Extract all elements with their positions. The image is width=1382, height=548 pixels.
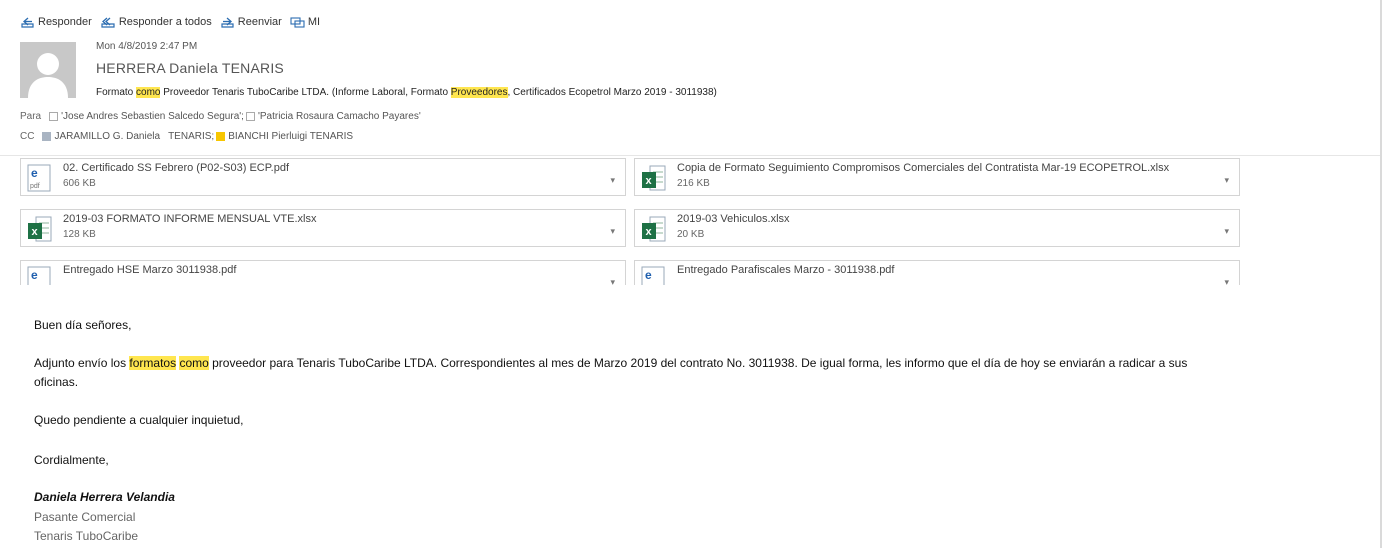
- message-subject: Formato como Proveedor Tenaris TuboCarib…: [96, 87, 717, 98]
- cc-line: CC JARAMILLO G. Daniela TENARIS; BIANCHI…: [20, 131, 355, 142]
- svg-text:x: x: [646, 175, 653, 187]
- attachment-item[interactable]: x 2019-03 Vehiculos.xlsx 20 KB ▾: [634, 209, 1240, 247]
- subject-text-2: Proveedor Tenaris TuboCaribe LTDA. (Info…: [160, 87, 451, 98]
- body-closing: Cordialmente,: [34, 453, 109, 467]
- subject-highlight-2: Proveedores: [450, 87, 508, 98]
- cc-recipient[interactable]: BIANCHI Pierluigi TENARIS: [216, 131, 353, 142]
- body-greeting: Buen día señores,: [34, 318, 132, 332]
- attachment-name: Copia de Formato Seguimiento Compromisos…: [677, 162, 1170, 174]
- body-pending: Quedo pendiente a cualquier inquietud,: [34, 413, 244, 427]
- excel-file-icon: x: [642, 165, 666, 191]
- body-paragraph: Adjunto envío los formatos como proveedo…: [34, 356, 1188, 389]
- chevron-down-icon[interactable]: ▾: [1224, 175, 1229, 186]
- attachment-size: 606 KB: [63, 178, 96, 189]
- person-placeholder-icon: [28, 53, 68, 98]
- to-recipient[interactable]: 'Patricia Rosaura Camacho Payares': [245, 111, 421, 122]
- attachment-size: 216 KB: [677, 178, 710, 189]
- attachment-item[interactable]: e pdf 02. Certificado SS Febrero (P02-S03…: [20, 158, 626, 196]
- attachment-item[interactable]: x Copia de Formato Seguimiento Compromis…: [634, 158, 1240, 196]
- attachment-item[interactable]: e pdf Entregado HSE Marzo 3011938.pdf ▾: [20, 260, 626, 285]
- attachment-name: Entregado Parafiscales Marzo - 3011938.p…: [677, 264, 895, 276]
- svg-text:x: x: [646, 226, 653, 238]
- svg-text:x: x: [32, 226, 39, 238]
- signature-company: Tenaris TuboCaribe: [34, 529, 139, 543]
- reply-all-button[interactable]: Responder a todos: [100, 16, 212, 29]
- chevron-down-icon[interactable]: ▾: [1224, 226, 1229, 237]
- attachment-item[interactable]: x 2019-03 FORMATO INFORME MENSUAL VTE.xl…: [20, 209, 626, 247]
- instant-message-icon: [290, 16, 305, 28]
- excel-file-icon: x: [28, 216, 52, 242]
- attachment-name: 02. Certificado SS Febrero (P02-S03) ECP…: [63, 162, 290, 174]
- im-label: MI: [307, 16, 321, 28]
- forward-icon: [221, 17, 234, 28]
- presence-icon: [42, 132, 52, 141]
- svg-text:e: e: [645, 268, 652, 282]
- reply-button[interactable]: Responder: [20, 16, 92, 29]
- subject-text-3: , Certificados Ecopetrol Marzo 2019 - 30…: [507, 87, 717, 98]
- attachment-name: 2019-03 FORMATO INFORME MENSUAL VTE.xlsx: [63, 213, 317, 225]
- pdf-file-icon: epdf: [641, 266, 665, 285]
- reply-icon: [21, 17, 34, 28]
- attachment-name: Entregado HSE Marzo 3011938.pdf: [63, 264, 237, 276]
- to-line: Para 'Jose Andres Sebastien Salcedo Segu…: [20, 111, 423, 122]
- excel-file-icon: x: [642, 216, 666, 242]
- chevron-down-icon[interactable]: ▾: [1224, 277, 1229, 285]
- pdf-file-icon: epdf: [27, 266, 51, 285]
- chevron-down-icon[interactable]: ▾: [610, 277, 615, 285]
- im-button[interactable]: MI: [290, 16, 320, 29]
- cc-recipient[interactable]: JARAMILLO G. Daniela: [42, 131, 160, 142]
- presence-icon: [245, 112, 255, 121]
- subject-highlight-1: como: [136, 87, 161, 98]
- svg-text:e: e: [31, 166, 38, 180]
- pdf-file-icon: e pdf: [27, 164, 51, 192]
- to-label: Para: [20, 111, 42, 122]
- svg-text:pdf: pdf: [30, 183, 40, 190]
- signature-name: Daniela Herrera Velandia: [34, 490, 175, 504]
- svg-text:e: e: [31, 268, 38, 282]
- attachments-panel: e pdf 02. Certificado SS Febrero (P02-S03…: [20, 158, 1260, 285]
- signature-title: Pasante Comercial: [34, 510, 136, 524]
- reply-all-icon: [101, 17, 115, 28]
- reply-all-label: Responder a todos: [118, 16, 212, 28]
- reply-label: Responder: [38, 16, 92, 28]
- cc-label: CC: [20, 131, 35, 142]
- attachment-item[interactable]: e pdf Entregado Parafiscales Marzo - 3011…: [634, 260, 1240, 285]
- forward-label: Reenviar: [237, 16, 282, 28]
- chevron-down-icon[interactable]: ▾: [610, 175, 615, 186]
- chevron-down-icon[interactable]: ▾: [610, 226, 615, 237]
- sender-avatar[interactable]: [20, 42, 76, 98]
- message-action-bar: Responder Responder a todos Reenviar MI: [20, 12, 328, 32]
- cc-recipient-org[interactable]: TENARIS;: [168, 131, 214, 142]
- to-recipient[interactable]: 'Jose Andres Sebastien Salcedo Segura';: [49, 111, 244, 122]
- message-date: Mon 4/8/2019 2:47 PM: [96, 41, 198, 52]
- body-highlight: como: [179, 356, 209, 370]
- presence-icon: [49, 112, 59, 121]
- sender-name[interactable]: HERRERA Daniela TENARIS: [96, 60, 284, 76]
- attachment-size: 128 KB: [63, 229, 96, 240]
- presence-icon: [216, 132, 226, 141]
- forward-button[interactable]: Reenviar: [220, 16, 282, 29]
- subject-text-1: Formato: [96, 87, 137, 98]
- attachments-divider: [0, 155, 1382, 156]
- body-highlight: formatos: [129, 356, 177, 370]
- attachment-size: 20 KB: [677, 229, 705, 240]
- attachment-name: 2019-03 Vehiculos.xlsx: [677, 213, 790, 225]
